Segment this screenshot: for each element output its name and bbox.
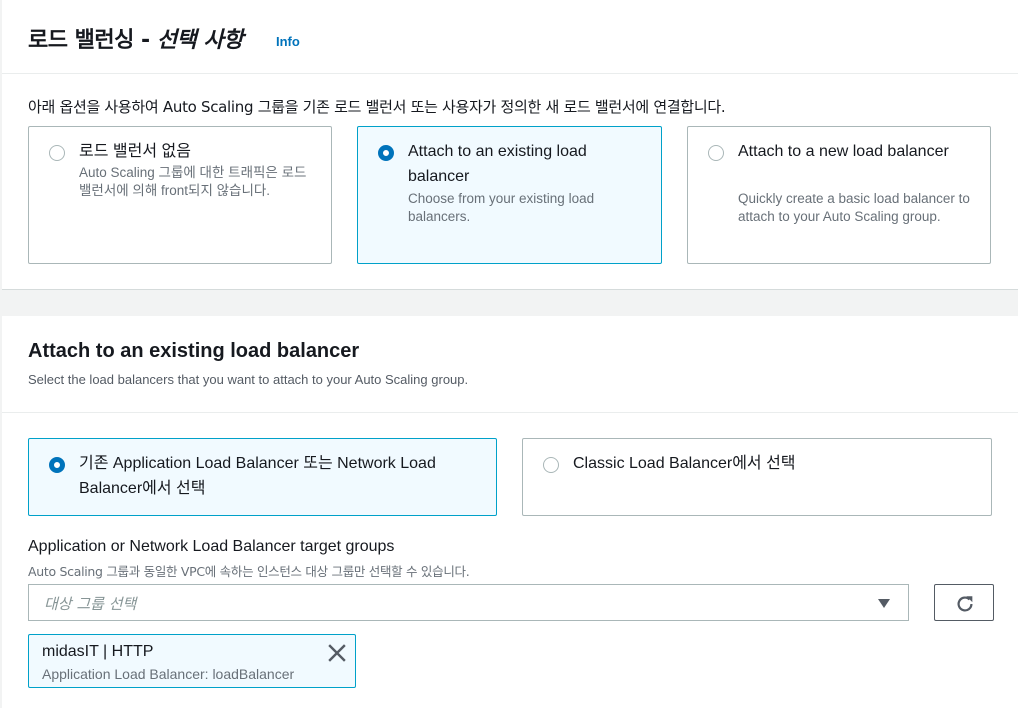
option-description: Choose from your existing load balancers… <box>408 191 595 224</box>
existing-load-balancer-header: Attach to an existing load balancer Sele… <box>2 316 1018 413</box>
option-description: Auto Scaling 그룹에 대한 트래픽은 로드 밸런서에 의해 fron… <box>79 165 307 198</box>
info-link[interactable]: Info <box>276 34 300 49</box>
load-balancing-header: 로드 밸런싱 - 선택 사항 Info <box>2 0 1018 74</box>
option-no-load-balancer[interactable]: 로드 밸런서 없음 Auto Scaling 그룹에 대한 트래픽은 로드 밸런… <box>28 126 332 264</box>
token-subtitle: Application Load Balancer: loadBalancer <box>42 666 295 682</box>
selected-target-group-token: midasIT | HTTP Application Load Balancer… <box>28 634 356 688</box>
option-label: 로드 밸런서 없음 <box>79 143 191 160</box>
choice-label: 기존 Application Load Balancer 또는 Network … <box>79 455 436 497</box>
radio-classic[interactable] <box>543 457 559 473</box>
radio-no-load-balancer[interactable] <box>49 145 65 161</box>
load-balancing-intro: 아래 옵션을 사용하여 Auto Scaling 그룹을 기존 로드 밸런서 또… <box>28 98 726 116</box>
option-label: Attach to a new load balancer <box>738 143 949 160</box>
load-balancing-panel: 로드 밸런싱 - 선택 사항 Info 아래 옵션을 사용하여 Auto Sca… <box>2 0 1018 290</box>
radio-existing-load-balancer[interactable] <box>378 145 394 161</box>
load-balancing-title: 로드 밸런싱 - 선택 사항 <box>28 28 243 53</box>
radio-alb-nlb[interactable] <box>49 457 65 473</box>
token-title: midasIT | HTTP <box>42 643 154 660</box>
radio-new-load-balancer[interactable] <box>708 145 724 161</box>
caret-down-icon <box>878 599 890 608</box>
existing-load-balancer-panel: Attach to an existing load balancer Sele… <box>2 316 1018 708</box>
refresh-icon <box>957 596 973 612</box>
choice-label: Classic Load Balancer에서 선택 <box>573 455 796 472</box>
existing-load-balancer-description: Select the load balancers that you want … <box>28 372 469 387</box>
close-icon[interactable] <box>327 643 347 663</box>
choice-classic[interactable]: Classic Load Balancer에서 선택 <box>522 438 992 516</box>
option-description: Quickly create a basic load balancer to … <box>738 191 970 224</box>
target-groups-label: Application or Network Load Balancer tar… <box>28 538 395 555</box>
option-label: Attach to an existing load balancer <box>408 143 587 185</box>
target-groups-description: Auto Scaling 그룹과 동일한 VPC에 속하는 인스턴스 대상 그룹… <box>28 564 470 579</box>
existing-load-balancer-title: Attach to an existing load balancer <box>28 340 360 362</box>
refresh-button[interactable] <box>934 584 994 621</box>
option-existing-load-balancer[interactable]: Attach to an existing load balancer Choo… <box>357 126 662 264</box>
target-group-placeholder: 대상 그룹 선택 <box>44 595 137 613</box>
target-group-select[interactable]: 대상 그룹 선택 <box>28 584 909 621</box>
choice-alb-nlb[interactable]: 기존 Application Load Balancer 또는 Network … <box>28 438 497 516</box>
option-new-load-balancer[interactable]: Attach to a new load balancer Quickly cr… <box>687 126 991 264</box>
